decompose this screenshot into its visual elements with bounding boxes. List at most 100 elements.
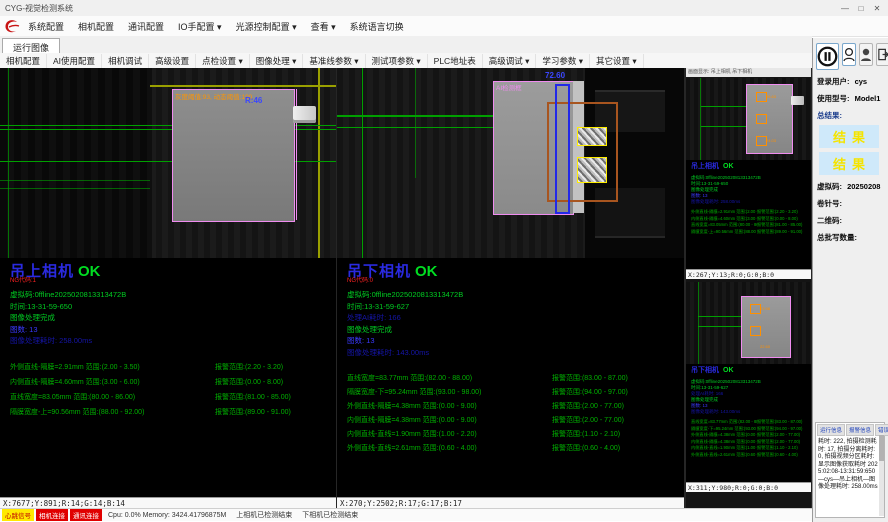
measurement-row: 隔膜宽度-下=95.24mm 范围:(93.00 - 98.00) 报警范围:(…	[691, 426, 811, 433]
preview-text-bottom: 吊下相机OK 虚拟码:0ffline2025020813313472B时间:13…	[686, 364, 811, 458]
toolbar-button[interactable]: 测试项参数 ▾	[366, 54, 428, 68]
menu-item[interactable]: 系统配置	[21, 18, 71, 35]
log-tab[interactable]: 报警信息	[846, 424, 874, 436]
camera-name: 吊上相机	[691, 163, 719, 170]
pixel-status-bar-preview-bottom: X:311;Y:980;R:0;G:0;B:0	[686, 482, 811, 492]
menu-item[interactable]: 查看 ▾	[304, 18, 343, 35]
measurement-value: 外侧直线-隔膜=2.91mm 范围:(2.00 - 3.50)	[691, 209, 757, 215]
close-button[interactable]: ✕	[870, 4, 884, 13]
camera-image-top[interactable]: 灰度阈值:93, 动态阈值:100 R:46	[0, 68, 336, 258]
log-scrollbar-thumb[interactable]	[879, 435, 884, 461]
qrcode-label: 二维码:	[817, 215, 888, 226]
alarm-range: 报警范围:(83.00 - 87.00)	[757, 419, 811, 425]
yellow-vertical-line	[318, 68, 320, 258]
menu-bar: 系统配置相机配置通讯配置IO手配置 ▾光源控制配置 ▾查看 ▾系统语言切换	[0, 16, 888, 37]
roi-label: 24.03	[766, 138, 776, 143]
roi-label: 26.63	[766, 94, 776, 99]
green-vertical-line-2	[415, 68, 416, 178]
baseline-green-4	[0, 180, 150, 181]
alarm-range: 报警范围:(0.60 - 4.00)	[757, 452, 811, 458]
toolbar-button[interactable]: 相机配置	[0, 54, 47, 68]
exit-button[interactable]	[876, 43, 888, 66]
login-user-label: 登录用户:	[817, 77, 850, 86]
green-vertical-line	[362, 68, 363, 258]
roi-label: 23.98	[760, 306, 770, 311]
measurement-row: 外侧直线-直线=2.61mm 范围:(0.60 - 4.00) 报警范围:(0.…	[347, 441, 684, 455]
cpu-memory-text: Cpu: 0.0% Memory: 3424.41796875M	[108, 512, 226, 519]
measurement-row: 内侧直线-直线=1.90mm 范围:(1.00 - 2.20) 报警范围:(1.…	[691, 445, 811, 452]
measurement-value: 直线宽度=83.05mm 范围:(80.00 - 86.00)	[691, 222, 757, 228]
camera-image-bottom[interactable]: AI检测框 72.60	[337, 68, 684, 258]
toolbar-button[interactable]: 学习参数 ▾	[536, 54, 590, 68]
maximize-button[interactable]: □	[854, 4, 868, 13]
preview-view-top: 26.63 24.03 吊上相机OK 虚拟码:0ffline2025020813…	[686, 78, 811, 279]
measurement-value: 直线宽度=83.77mm 范围:(82.00 - 88.00)	[691, 419, 757, 425]
alarm-range: 报警范围:(89.00 - 91.00)	[215, 407, 336, 417]
toolbar-button[interactable]: 高级设置	[149, 54, 196, 68]
measurement-row: 外侧直线-隔膜=4.38mm 范围:(0.00 - 9.00) 报警范围:(2.…	[347, 399, 684, 413]
measurement-row: 直线宽度=83.77mm 范围:(82.00 - 88.00) 报警范围:(83…	[691, 419, 811, 426]
result-display-top: 结果	[819, 125, 879, 148]
pin-label: 卷针号:	[817, 198, 888, 209]
user-settings-button[interactable]	[859, 43, 873, 66]
preview-view-bottom: 23.98 22.60 吊下相机OK 虚拟码:0ffline2025020813…	[686, 282, 811, 492]
virtual-code-value: 20250208	[847, 182, 880, 191]
menu-item[interactable]: IO手配置 ▾	[171, 18, 229, 35]
toolbar-items: 相机配置AI使用配置相机调试高级设置点检设置 ▾图像处理 ▾基准线参数 ▾测试项…	[0, 54, 644, 68]
total-result-label: 总结果:	[817, 110, 888, 121]
toolbar-button[interactable]: 其它设置 ▾	[590, 54, 644, 68]
measurement-row: 内侧直线-隔膜=4.60mm 范围:(3.00 - 6.00) 报警范围:(0.…	[10, 375, 336, 390]
measurement-value: 隔膜宽度-上=90.56mm 范围:(88.00 - 92.00)	[10, 407, 215, 417]
virtual-code-label: 虚拟码:	[817, 182, 842, 191]
alarm-range: 报警范围:(89.00 - 91.00)	[757, 229, 811, 235]
app-window: CYG-视觉检测系统 — □ ✕ 系统配置相机配置通讯配置IO手配置 ▾光源控制…	[0, 0, 888, 522]
log-tab[interactable]: 运行信息	[817, 424, 845, 436]
camera-view-bottom: AI检测框 72.60 吊下相机OK NG代码:0 虚拟码:0ffline202…	[337, 68, 684, 508]
pause-button[interactable]	[816, 43, 839, 70]
toolbar: 相机配置AI使用配置相机调试高级设置点检设置 ▾图像处理 ▾基准线参数 ▾测试项…	[0, 53, 812, 69]
toolbar-button[interactable]: 高级调试 ▾	[483, 54, 537, 68]
measurement-row: 外侧直线-隔膜=4.38mm 范围:(0.00 - 9.00) 报警范围:(2.…	[691, 432, 811, 439]
blue-measure-label: 72.60	[545, 71, 565, 80]
info-line: 图像处理耗时: 258.00ms	[691, 199, 811, 205]
toolbar-button[interactable]: PLC地址表	[428, 54, 483, 68]
menu-item[interactable]: 光源控制配置 ▾	[229, 18, 304, 35]
toolbar-button[interactable]: 点检设置 ▾	[196, 54, 250, 68]
alarm-range: 报警范围:(81.00 - 85.00)	[215, 392, 336, 402]
camera-top-done-message: 上相机已检测结束	[236, 510, 292, 520]
main-area: 灰度阈值:93, 动态阈值:100 R:46 吊上相机OK NG代码:1 虚拟码…	[0, 68, 812, 508]
measurement-row: 内侧直线-隔膜=4.60mm 范围:(3.00 - 6.00) 报警范围:(0.…	[691, 216, 811, 223]
log-scrollbar[interactable]	[879, 433, 884, 516]
model-value: Model1	[855, 94, 881, 103]
preview-image-bottom[interactable]: 23.98 22.60	[686, 282, 811, 364]
alarm-range: 报警范围:(0.00 - 8.00)	[757, 216, 811, 222]
preview-header: 画面显示: 吊上相机 吊下相机	[686, 68, 811, 77]
measurement-value: 直线宽度=83.77mm 范围:(82.00 - 88.00)	[347, 373, 552, 383]
measurement-row: 内侧直线-隔膜=4.38mm 范围:(0.00 - 9.00) 报警范围:(2.…	[347, 413, 684, 427]
measurement-value: 外侧直线-隔膜=2.91mm 范围:(2.00 - 3.50)	[10, 362, 215, 372]
virtual-code-row: 虚拟码: 20250208	[817, 181, 888, 192]
measurement-value: 内侧直线-直线=1.90mm 范围:(1.00 - 2.20)	[691, 445, 757, 451]
menu-item[interactable]: 通讯配置	[121, 18, 171, 35]
alarm-range: 报警范围:(0.60 - 4.00)	[552, 443, 684, 453]
measurement-row: 内侧直线-隔膜=4.38mm 范围:(0.00 - 9.00) 报警范围:(2.…	[691, 439, 811, 446]
menu-item[interactable]: 相机配置	[71, 18, 121, 35]
roi-label: 22.60	[760, 344, 770, 349]
window-controls: — □ ✕	[838, 4, 888, 13]
measurement-list: 外侧直线-隔膜=2.91mm 范围:(2.00 - 3.50) 报警范围:(2.…	[691, 209, 811, 235]
minimize-button[interactable]: —	[838, 4, 852, 13]
menu-item[interactable]: 系统语言切换	[343, 18, 411, 35]
toolbar-button[interactable]: 图像处理 ▾	[250, 54, 304, 68]
toolbar-button[interactable]: AI使用配置	[47, 54, 102, 68]
alarm-range: 报警范围:(1.10 - 2.10)	[552, 429, 684, 439]
camera-result-text-top: 吊上相机OK NG代码:1 虚拟码:0ffline202502081331347…	[0, 258, 336, 420]
alarm-range: 报警范围:(2.00 - 77.00)	[552, 415, 684, 425]
alarm-range: 报警范围:(94.00 - 97.00)	[757, 426, 811, 432]
toolbar-button[interactable]: 基准线参数 ▾	[303, 54, 365, 68]
preview-image-top[interactable]: 26.63 24.03	[686, 78, 811, 160]
login-user-button[interactable]	[842, 43, 856, 66]
toolbar-button[interactable]: 相机调试	[102, 54, 149, 68]
measurement-row: 外侧直线-隔膜=2.91mm 范围:(2.00 - 3.50) 报警范围:(2.…	[691, 209, 811, 216]
measurement-value: 内侧直线-隔膜=4.38mm 范围:(0.00 - 9.00)	[691, 439, 757, 445]
info-lines: 虚拟码:0ffline2025020813313472B时间:13-31-59-…	[10, 289, 336, 347]
